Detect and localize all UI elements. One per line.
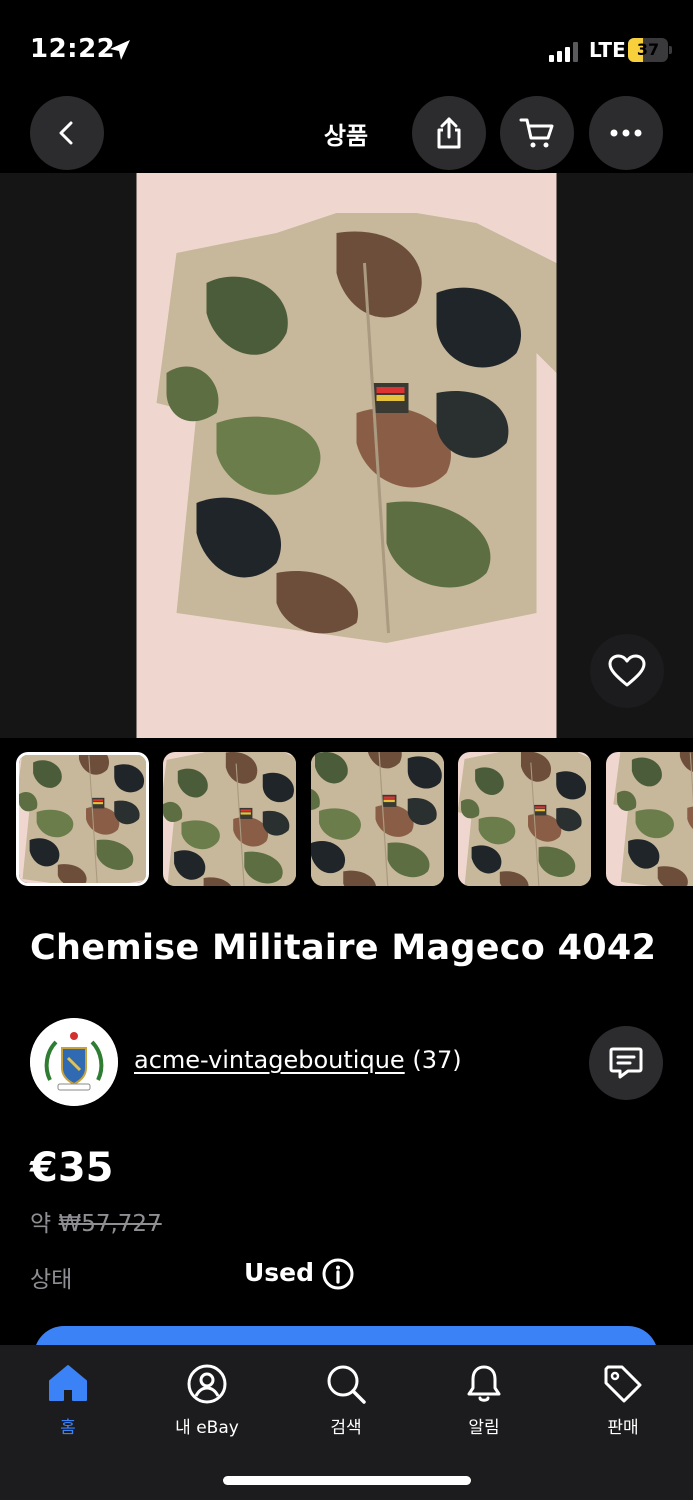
battery-icon: 37 — [628, 38, 672, 62]
share-icon — [437, 117, 461, 149]
home-indicator — [223, 1476, 471, 1485]
seller-feedback-count: (37) — [412, 1046, 462, 1074]
search-icon — [327, 1365, 366, 1404]
condition-label: 상태 — [30, 1267, 73, 1293]
product-image[interactable] — [136, 173, 557, 738]
more-icon — [610, 129, 642, 137]
thumbnail-2[interactable] — [163, 752, 296, 886]
back-arrow-icon — [59, 121, 73, 145]
network-type: LTE — [589, 38, 626, 62]
price: €35 — [30, 1145, 114, 1191]
approx-price: 약 ₩57,727 — [30, 1204, 162, 1238]
more-button[interactable] — [589, 96, 663, 170]
image-gallery[interactable] — [0, 173, 693, 738]
message-seller-button[interactable] — [589, 1026, 663, 1100]
condition-value: Used — [244, 1258, 315, 1287]
tab-my-ebay[interactable]: 내 eBay — [147, 1345, 267, 1445]
approx-prefix: 약 — [30, 1211, 52, 1237]
listing-title: Chemise Militaire Mageco 4042 — [30, 928, 657, 968]
seller-name-link[interactable]: acme-vintageboutique — [134, 1046, 405, 1074]
thumbnail-strip[interactable] — [16, 752, 693, 887]
message-icon — [609, 1047, 643, 1079]
status-bar: 12:22 LTE 37 — [0, 0, 693, 100]
bell-icon — [467, 1365, 501, 1402]
tab-selling[interactable]: 판매 — [563, 1345, 683, 1445]
user-icon — [187, 1364, 227, 1404]
tab-home-label: 홈 — [60, 1418, 76, 1438]
tag-icon — [604, 1365, 642, 1403]
tab-my-ebay-label: 내 eBay — [175, 1418, 239, 1438]
battery-percent: 37 — [636, 40, 660, 59]
nav-header: 상품 — [0, 96, 693, 170]
tab-search[interactable]: 검색 — [286, 1345, 406, 1445]
share-button[interactable] — [412, 96, 486, 170]
thumbnail-3[interactable] — [311, 752, 444, 886]
location-arrow-icon — [110, 40, 130, 60]
thumbnail-4[interactable] — [458, 752, 591, 886]
cellular-signal-icon — [549, 42, 578, 62]
tab-notifications[interactable]: 알림 — [424, 1345, 544, 1445]
status-time: 12:22 — [30, 34, 116, 64]
back-button[interactable] — [30, 96, 104, 170]
cart-icon — [519, 118, 554, 148]
tab-notifications-label: 알림 — [468, 1418, 500, 1438]
seller-logo — [30, 1018, 118, 1106]
seller-avatar[interactable] — [30, 1018, 118, 1106]
page-title: 상품 — [323, 122, 369, 150]
thumbnail-1[interactable] — [16, 752, 149, 886]
home-icon — [49, 1365, 87, 1401]
watch-button[interactable] — [590, 634, 664, 708]
heart-icon — [608, 654, 646, 687]
approx-value: ₩57,727 — [58, 1211, 162, 1237]
cart-button[interactable] — [500, 96, 574, 170]
thumbnail-5[interactable] — [606, 752, 693, 886]
tab-selling-label: 판매 — [607, 1418, 639, 1438]
info-icon[interactable] — [322, 1258, 354, 1290]
tab-home[interactable]: 홈 — [8, 1345, 128, 1445]
tab-search-label: 검색 — [330, 1418, 362, 1438]
seller-info[interactable]: acme-vintageboutique (37) — [134, 1046, 462, 1074]
